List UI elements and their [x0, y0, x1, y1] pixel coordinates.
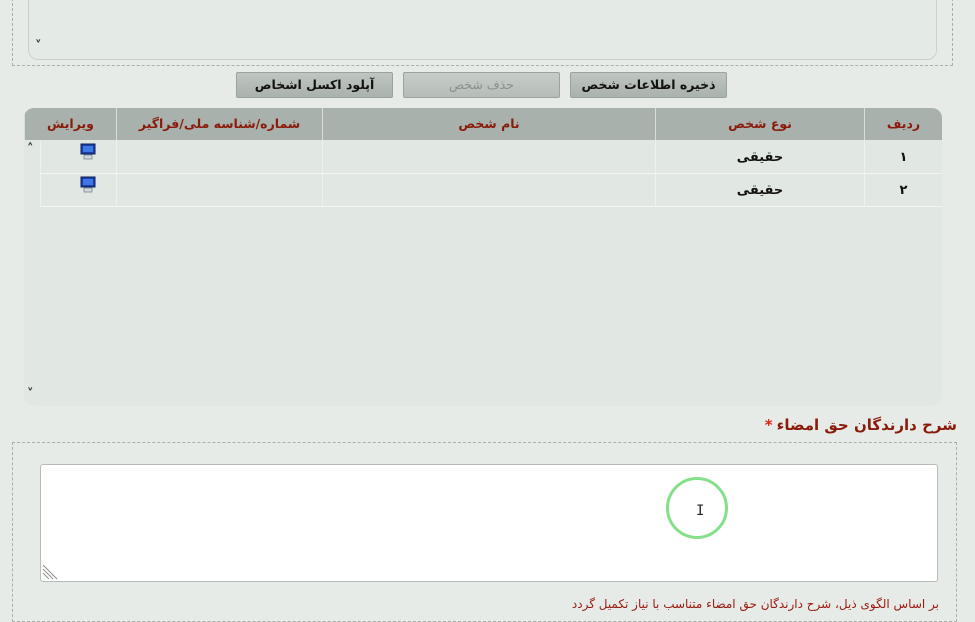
edit-cell — [40, 174, 116, 206]
upper-textarea[interactable]: ˅ — [28, 0, 937, 60]
upload-excel-button[interactable]: آپلود اکسل اشخاص — [236, 72, 393, 98]
delete-person-button[interactable]: حذف شخص — [403, 72, 560, 98]
signatories-textarea[interactable] — [40, 464, 938, 582]
grid-header: ویرایش شماره/شناسه ملی/فراگیر نام شخص نو… — [24, 108, 942, 140]
edit-icon[interactable] — [78, 142, 98, 162]
edit-cell — [40, 141, 116, 173]
table-row[interactable]: حقیقی ۲ — [40, 174, 942, 207]
edit-icon[interactable] — [78, 175, 98, 195]
row-number-cell: ۲ — [864, 174, 942, 206]
row-number-cell: ۱ — [864, 141, 942, 173]
column-header-national-id[interactable]: شماره/شناسه ملی/فراگیر — [116, 108, 322, 140]
signatories-label-text: شرح دارندگان حق امضاء — [776, 416, 957, 434]
signatories-hint: بر اساس الگوی ذیل، شرح دارندگان حق امضاء… — [571, 597, 939, 611]
table-row[interactable]: حقیقی ۱ — [40, 141, 942, 174]
chevron-down-icon[interactable]: ˅ — [35, 40, 42, 53]
person-type-cell: حقیقی — [655, 141, 864, 173]
person-type-cell: حقیقی — [655, 174, 864, 206]
column-header-person-name[interactable]: نام شخص — [322, 108, 655, 140]
text-cursor-icon: I — [696, 503, 705, 519]
resize-handle-icon[interactable] — [42, 564, 58, 580]
column-header-edit[interactable]: ویرایش — [24, 108, 116, 140]
save-person-button[interactable]: ذخیره اطلاعات شخص — [570, 72, 727, 98]
person-name-cell — [322, 141, 655, 173]
chevron-down-icon[interactable]: ˅ — [27, 388, 34, 401]
required-marker: * — [764, 416, 773, 434]
column-header-person-type[interactable]: نوع شخص — [655, 108, 864, 140]
column-header-row-number[interactable]: ردیف — [864, 108, 942, 140]
signatories-label: شرح دارندگان حق امضاء* — [765, 416, 957, 434]
national-id-cell — [116, 174, 322, 206]
chevron-up-icon[interactable]: ˄ — [27, 143, 34, 156]
persons-grid: ویرایش شماره/شناسه ملی/فراگیر نام شخص نو… — [24, 108, 942, 406]
national-id-cell — [116, 141, 322, 173]
person-name-cell — [322, 174, 655, 206]
